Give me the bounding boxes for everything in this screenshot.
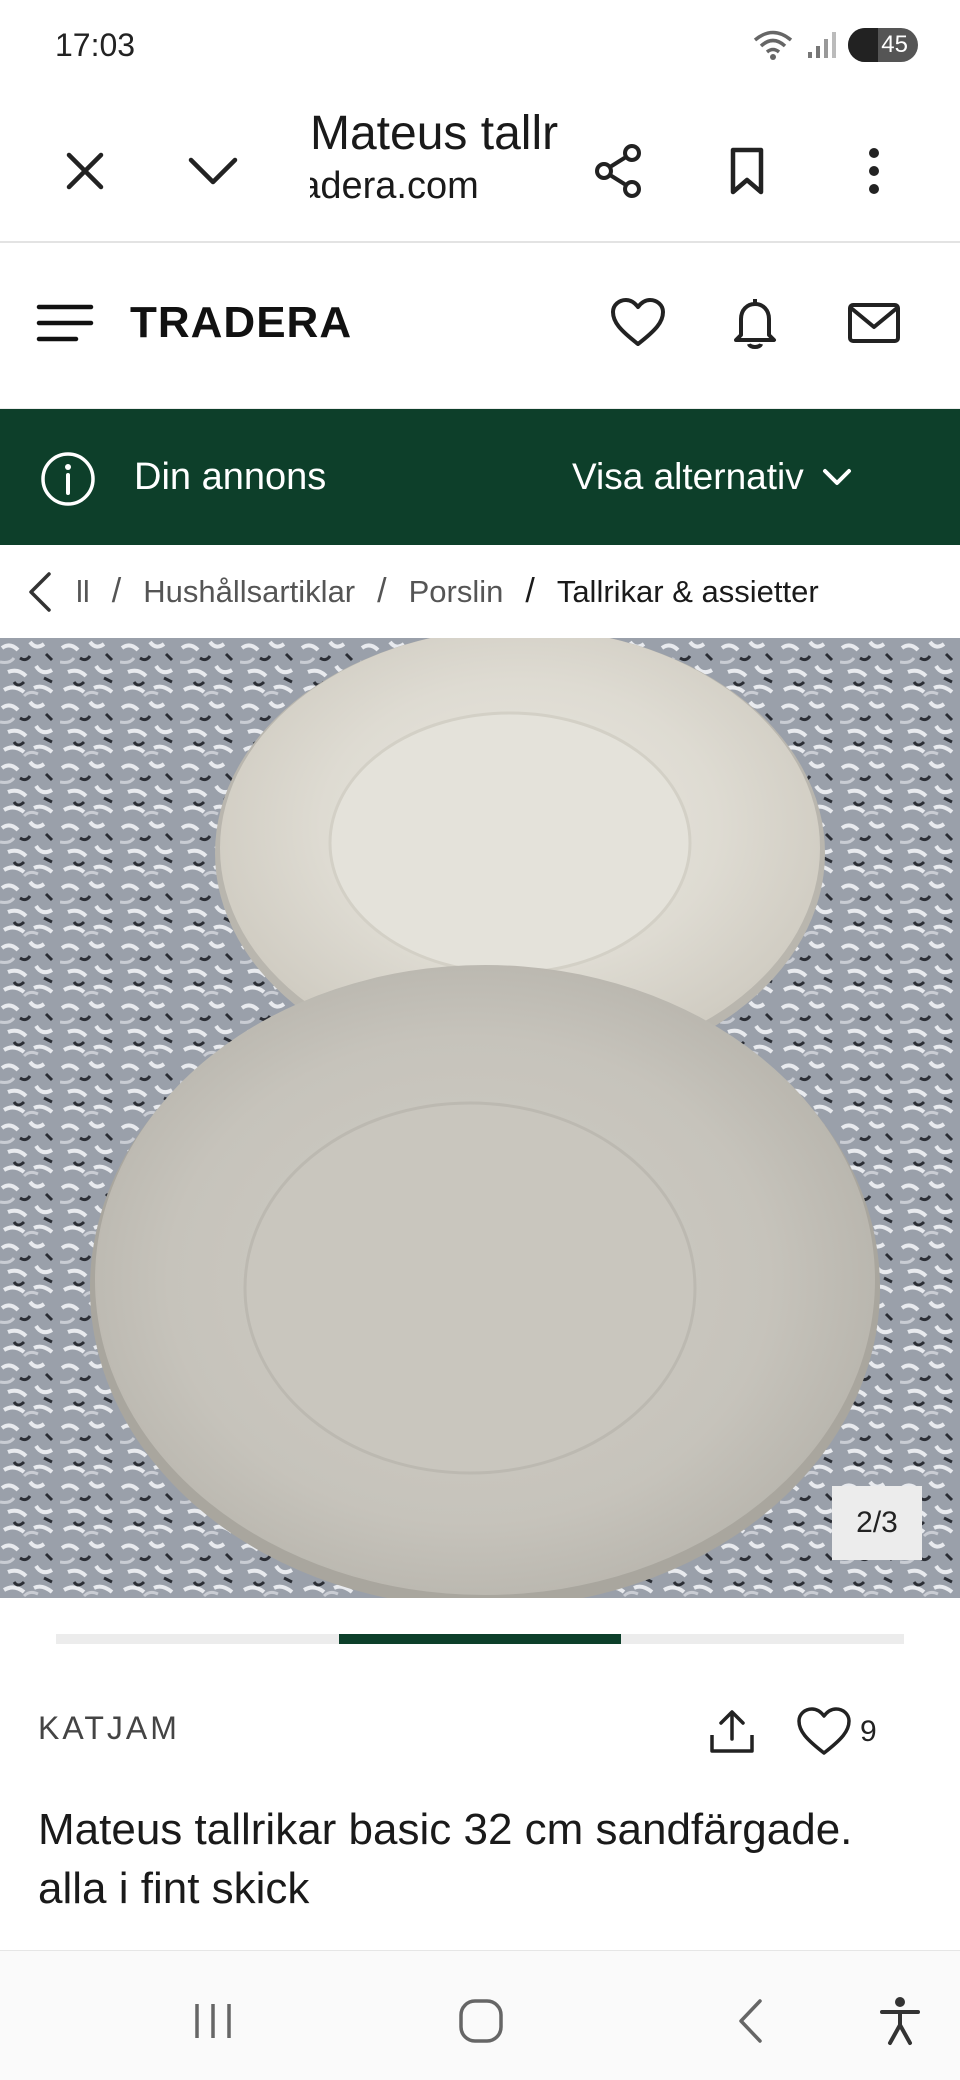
- notifications-button[interactable]: [715, 283, 795, 363]
- browser-toolbar: Mateus tallrikar basic 32 cm tradera.com: [0, 95, 960, 243]
- close-tab-button[interactable]: [45, 131, 125, 211]
- tradera-logo[interactable]: TRADERA: [130, 298, 352, 348]
- bookmark-icon: [730, 147, 764, 195]
- site-header: TRADERA: [0, 243, 960, 409]
- heart-icon: [797, 1707, 851, 1755]
- product-image[interactable]: 2/3: [0, 638, 960, 1598]
- listing-title: Mateus tallrikar basic 32 cm sandfärgade…: [38, 1805, 853, 1914]
- breadcrumb: ll / Hushållsartiklar / Porslin / Tallri…: [0, 545, 960, 638]
- gallery-progress: [56, 1634, 904, 1644]
- breadcrumb-item-truncated[interactable]: ll: [76, 574, 90, 610]
- banner-text: Din annons: [134, 456, 327, 498]
- bell-icon: [734, 299, 776, 349]
- seller-name[interactable]: KATJAM: [38, 1710, 180, 1747]
- chevron-left-icon: [29, 571, 51, 612]
- battery-icon: 45: [848, 28, 918, 62]
- image-counter: 2/3: [832, 1486, 922, 1560]
- close-icon: [66, 152, 104, 190]
- your-listing-banner: Din annons Visa alternativ: [0, 409, 960, 545]
- minimize-button[interactable]: [173, 131, 253, 211]
- breadcrumb-item-hushallsartiklar[interactable]: Hushållsartiklar: [143, 574, 355, 610]
- show-alternatives-button[interactable]: Visa alternativ: [572, 456, 852, 498]
- accessibility-button[interactable]: [860, 1981, 940, 2061]
- signal-icon: [808, 32, 836, 58]
- show-alternatives-label: Visa alternativ: [572, 456, 804, 497]
- plates-photo: [0, 638, 960, 1598]
- share-listing-button[interactable]: [700, 1700, 764, 1764]
- page-url: tradera.com: [310, 165, 479, 208]
- back-icon: [739, 1999, 762, 2043]
- chevron-down-icon: [188, 157, 238, 185]
- breadcrumb-item-current[interactable]: Tallrikar & assietter: [557, 574, 819, 610]
- accessibility-icon: [880, 1997, 920, 2045]
- favorites-count: 9: [860, 1715, 877, 1748]
- recents-icon: [195, 2004, 231, 2038]
- breadcrumb-item-porslin[interactable]: Porslin: [409, 574, 504, 610]
- breadcrumb-separator: /: [525, 572, 535, 610]
- more-options-button[interactable]: [834, 131, 914, 211]
- home-button[interactable]: [441, 1981, 521, 2061]
- wifi-icon: [753, 30, 793, 60]
- chevron-down-icon: [822, 469, 851, 485]
- tab-title-area[interactable]: Mateus tallrikar basic 32 cm tradera.com: [310, 103, 560, 208]
- system-nav-bar: [0, 1950, 960, 2080]
- back-button[interactable]: [710, 1981, 790, 2061]
- page-title: Mateus tallrikar basic 32 cm: [310, 107, 560, 160]
- status-icons: 45: [752, 28, 918, 62]
- breadcrumb-separator: /: [111, 572, 122, 610]
- bookmark-button[interactable]: [707, 131, 787, 211]
- messages-button[interactable]: [834, 283, 914, 363]
- share-page-button[interactable]: [578, 131, 658, 211]
- favorites-button[interactable]: [598, 283, 678, 363]
- favorite-listing-button[interactable]: 9: [796, 1700, 877, 1764]
- share-icon: [595, 144, 641, 198]
- recents-button[interactable]: [173, 1981, 253, 2061]
- mail-icon: [848, 303, 900, 343]
- battery-level: 45: [881, 31, 908, 58]
- info-icon: [41, 452, 95, 506]
- gallery-progress-indicator: [338, 1634, 622, 1644]
- menu-button[interactable]: [25, 283, 105, 363]
- breadcrumb-separator: /: [377, 572, 387, 610]
- status-bar: 17:03 45: [0, 0, 960, 95]
- status-time: 17:03: [55, 27, 136, 63]
- breadcrumb-back-button[interactable]: [0, 570, 80, 614]
- home-icon: [459, 1999, 503, 2043]
- heart-icon: [611, 298, 665, 346]
- upload-share-icon: [710, 1710, 754, 1753]
- more-vert-icon: [869, 148, 879, 194]
- menu-icon: [36, 304, 94, 342]
